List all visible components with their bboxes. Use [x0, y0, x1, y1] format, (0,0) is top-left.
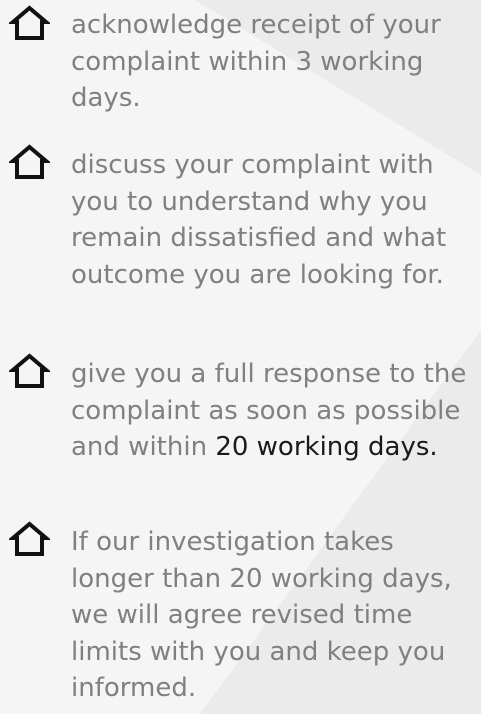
list-item-text: If our investigation takes longer than 2… — [71, 527, 452, 703]
list-item-text: discuss your complaint with you to under… — [71, 150, 447, 290]
list-item-text: acknowledge receipt of your complaint wi… — [71, 10, 441, 113]
house-outline-icon — [9, 353, 50, 389]
house-outline-icon — [9, 5, 50, 41]
house-outline-icon — [9, 144, 50, 180]
house-outline-icon — [9, 521, 50, 557]
emphasis-text: 20 working days. — [215, 432, 438, 462]
list-item-text: give you a full response to the complain… — [71, 359, 467, 462]
